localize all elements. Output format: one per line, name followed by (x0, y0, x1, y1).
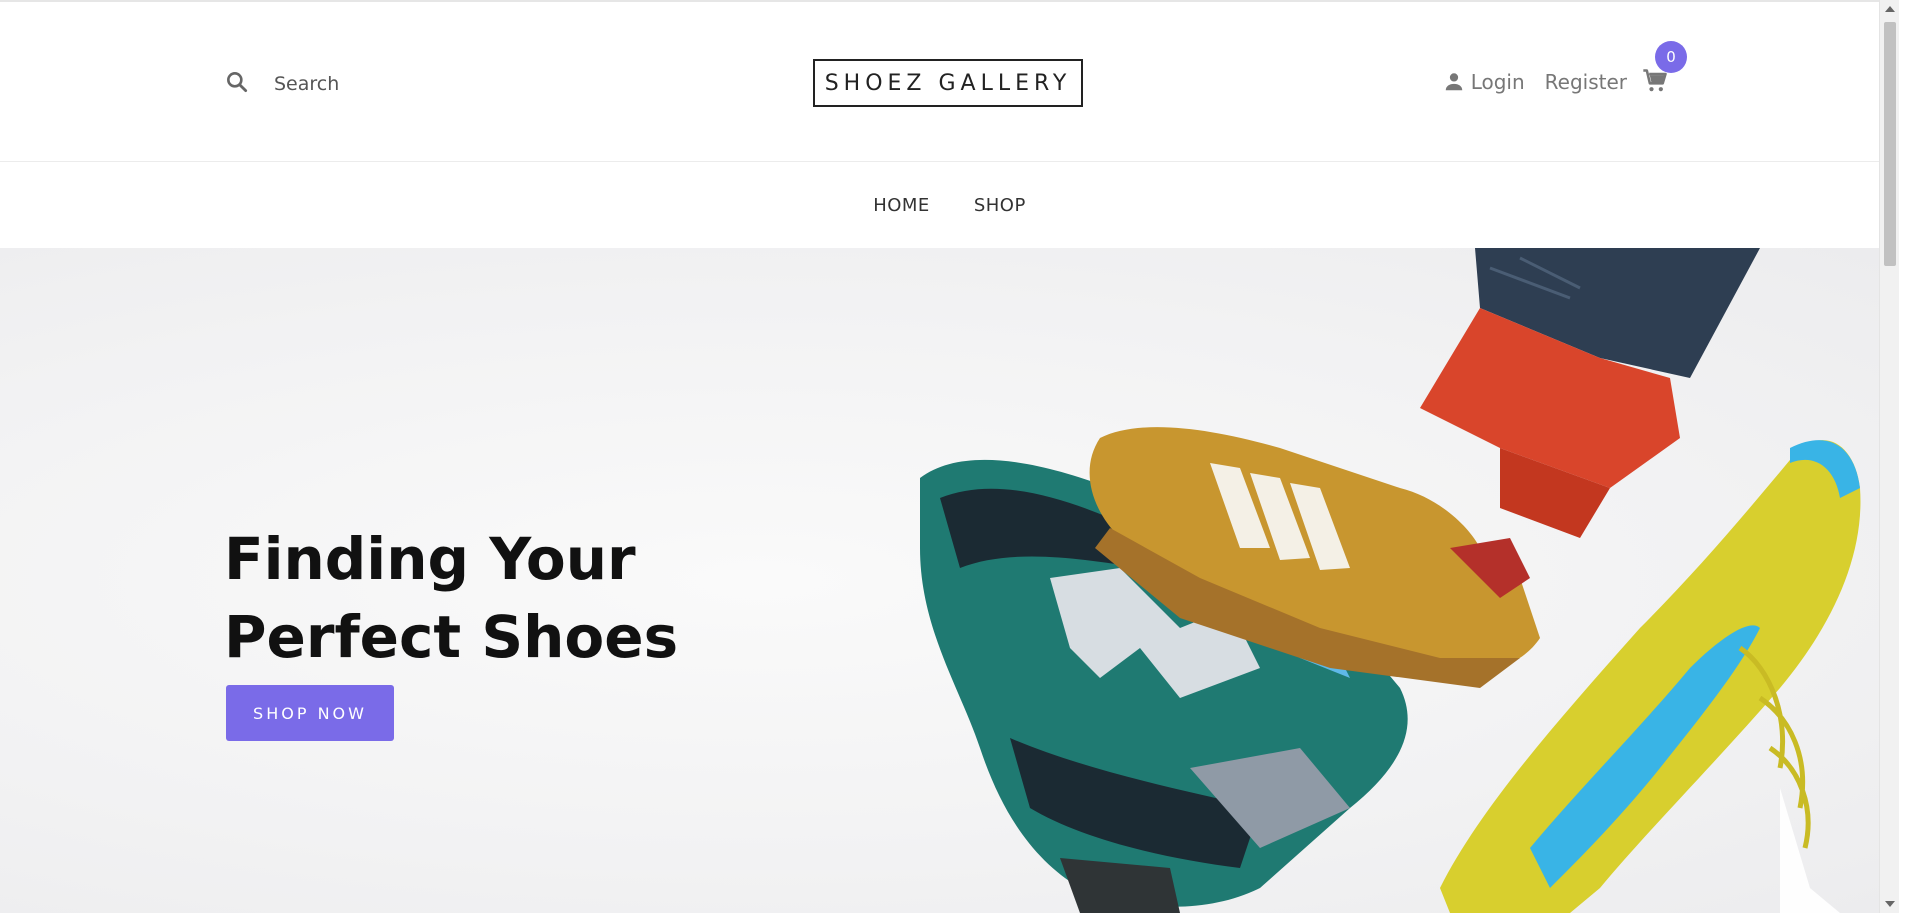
hero-shoes-image (920, 248, 1861, 913)
scrollbar-thumb[interactable] (1884, 22, 1896, 266)
user-icon (1445, 73, 1462, 91)
nav-item-shop[interactable]: SHOP (974, 195, 1026, 216)
search-bar (224, 66, 534, 102)
cart-button[interactable]: 0 (1641, 41, 1687, 97)
scroll-up-arrow-icon[interactable] (1885, 6, 1895, 12)
scroll-down-arrow-icon[interactable] (1885, 901, 1895, 907)
main-nav: HOME SHOP (0, 162, 1899, 248)
login-label: Login (1470, 70, 1525, 94)
hero-title: Finding Your Perfect Shoes (224, 520, 678, 676)
hero-title-line1: Finding Your (224, 525, 636, 593)
shop-now-button[interactable]: SHOP NOW (226, 685, 394, 741)
search-icon[interactable] (224, 69, 250, 99)
site-header: SHOEZ GALLERY Login Register 0 (0, 0, 1899, 162)
page: SHOEZ GALLERY Login Register 0 HOME SHOP… (0, 0, 1899, 913)
login-link[interactable]: Login (1443, 70, 1525, 94)
cart-count-badge: 0 (1655, 41, 1687, 73)
register-link[interactable]: Register (1545, 70, 1627, 94)
hero-title-line2: Perfect Shoes (224, 603, 679, 671)
search-input[interactable] (274, 73, 534, 95)
site-logo[interactable]: SHOEZ GALLERY (813, 59, 1083, 107)
page-scrollbar[interactable] (1879, 0, 1899, 913)
hero-banner: Finding Your Perfect Shoes SHOP NOW (0, 248, 1899, 913)
nav-item-home[interactable]: HOME (873, 195, 930, 216)
account-links: Login Register 0 (1443, 41, 1687, 102)
